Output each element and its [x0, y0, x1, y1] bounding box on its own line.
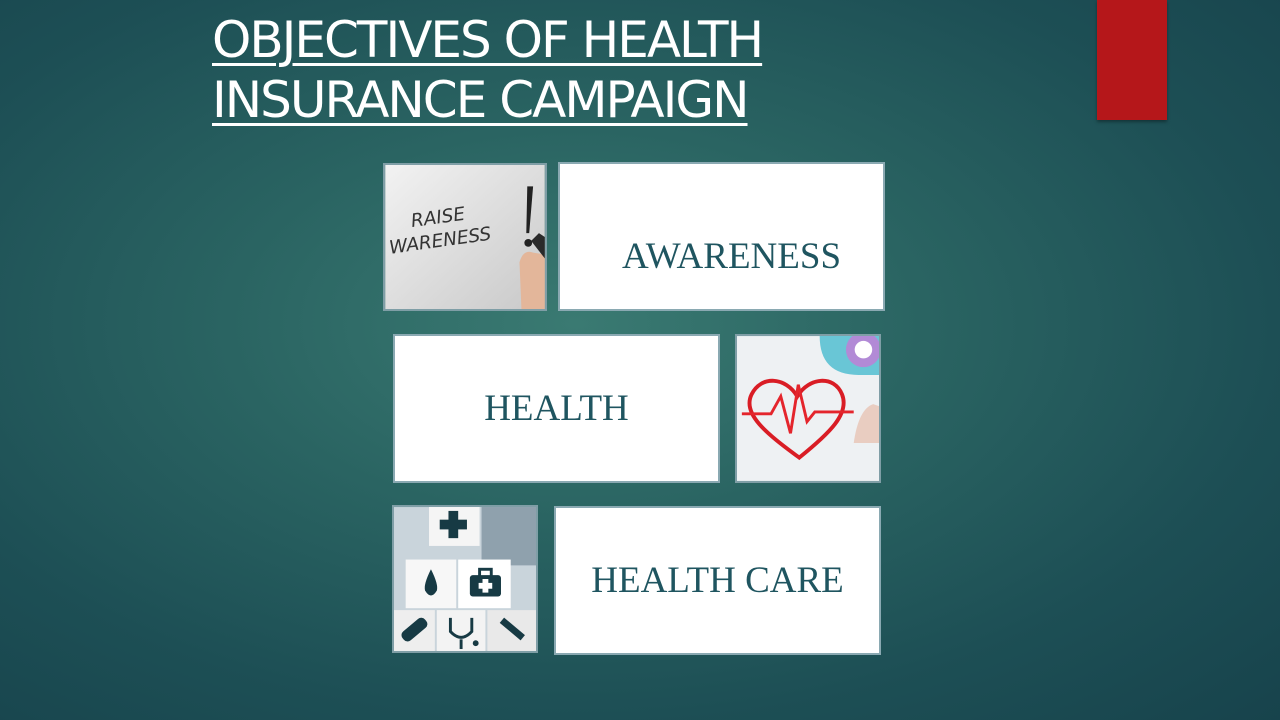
accent-bar [1097, 0, 1167, 120]
health-label: HEALTH [484, 388, 629, 429]
health-care-tile: HEALTH CARE [554, 506, 881, 655]
awareness-label: AWARENESS [621, 236, 842, 277]
slide-title: OBJECTIVES OF HEALTH INSURANCE CAMPAIGN [212, 10, 912, 130]
slide-title-line-1: OBJECTIVES OF HEALTH [212, 11, 764, 69]
health-tile: HEALTH [393, 334, 720, 483]
medical-blocks-illustration [394, 507, 536, 651]
heart-rate-image [735, 334, 881, 483]
heartbeat-illustration [737, 336, 879, 481]
raise-awareness-illustration: RAISE WARENESS [385, 165, 545, 309]
awareness-tile: AWARENESS [558, 162, 885, 311]
slide-title-line-2: INSURANCE CAMPAIGN [212, 71, 750, 129]
health-care-label: HEALTH CARE [591, 560, 844, 601]
raise-awareness-image: RAISE WARENESS [383, 163, 547, 311]
medical-icons-image [392, 505, 538, 653]
